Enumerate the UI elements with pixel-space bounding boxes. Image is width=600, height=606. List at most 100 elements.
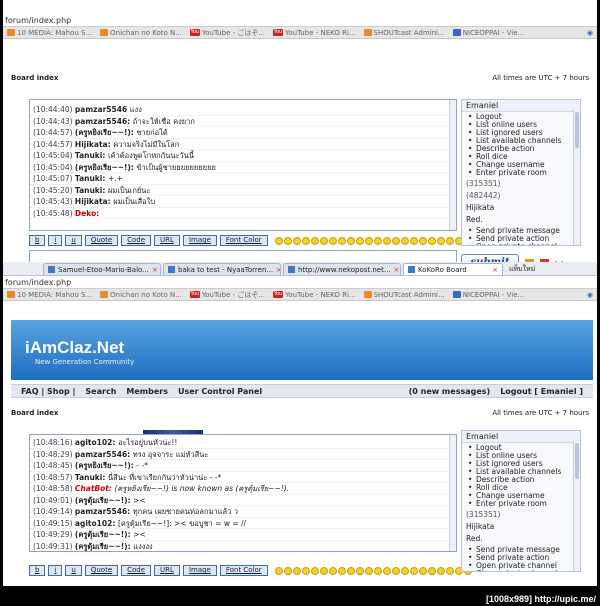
online-user[interactable]: (482442)	[462, 190, 580, 202]
smiley-icon[interactable]	[301, 566, 310, 575]
sidebar-scrollbar[interactable]	[573, 110, 580, 245]
smiley-icon[interactable]	[391, 236, 400, 245]
user-action-item[interactable]: Open private channel	[468, 243, 574, 246]
message-author[interactable]: (ครูหยิงเรีย~~!):	[75, 461, 137, 470]
close-tab-icon[interactable]: ×	[276, 266, 280, 274]
bbcode-button-i[interactable]: i	[48, 235, 63, 246]
smiley-icon[interactable]	[364, 236, 373, 245]
smiley-icon[interactable]	[409, 566, 418, 575]
online-user[interactable]: Red.	[462, 533, 580, 545]
bbcode-button-i[interactable]: i	[48, 565, 63, 576]
message-author[interactable]: (ครูตุ้มเรีย~~!):	[75, 542, 133, 551]
message-author[interactable]: (ครูหยิงเรีย~~!):	[75, 163, 137, 172]
online-user[interactable]: Red.	[462, 214, 580, 226]
smiley-icon[interactable]	[355, 566, 364, 575]
message-author[interactable]: agito102:	[75, 438, 118, 447]
submit-button[interactable]: submit	[461, 254, 519, 262]
message-author[interactable]: pamzar5546:	[75, 450, 133, 459]
online-user[interactable]: Hijikata	[462, 521, 580, 533]
browser-tab[interactable]: Samuel-Etoo-Mario-Balo... ×	[43, 263, 161, 275]
bbcode-button-url[interactable]: URL	[154, 565, 180, 576]
message-author[interactable]: agito102:	[75, 519, 118, 528]
smiley-icon[interactable]	[373, 236, 382, 245]
close-tab-icon[interactable]: ×	[394, 266, 400, 274]
online-user[interactable]: (315351)	[462, 178, 580, 190]
online-user[interactable]: Hijikata	[462, 202, 580, 214]
bookmark-item[interactable]: You YouTube - ごはぞ...	[189, 290, 265, 300]
bbcode-button-url[interactable]: URL	[154, 235, 180, 246]
bookmark-item[interactable]: You YouTube - NEKO Ri...	[273, 29, 356, 37]
smiley-icon[interactable]	[364, 566, 373, 575]
smiley-icon[interactable]	[328, 566, 337, 575]
chat-log[interactable]: (10:48:16) agito102: อะไรอยู่บนหัวน่ะ!!(…	[30, 435, 456, 551]
message-author[interactable]: pamzar5546:	[75, 507, 133, 516]
bbcode-button-image[interactable]: Image	[182, 235, 217, 246]
smiley-icon[interactable]	[418, 236, 427, 245]
bbcode-button-image[interactable]: Image	[182, 565, 217, 576]
browser-tab[interactable]: baka to test - NyaaTorren...×	[163, 263, 281, 275]
smiley-icon[interactable]	[373, 566, 382, 575]
message-author[interactable]: pamzar5546	[75, 105, 130, 114]
user-action-item[interactable]: Close private channel	[468, 570, 574, 572]
bbcode-button-u[interactable]: u	[65, 235, 82, 246]
smiley-icon[interactable]	[310, 566, 319, 575]
message-author[interactable]: (ครูหยิงเรีย~~!):	[75, 128, 137, 137]
smiley-icon[interactable]	[436, 566, 445, 575]
smiley-icon[interactable]	[301, 236, 310, 245]
sidebar-scrollbar[interactable]	[573, 441, 580, 571]
nav-link[interactable]: Search	[85, 387, 116, 396]
smiley-icon[interactable]	[436, 236, 445, 245]
smiley-icon[interactable]	[346, 566, 355, 575]
bbcode-button-quote[interactable]: Quote	[84, 235, 119, 246]
message-author[interactable]: (ครูตุ้มเรีย~~!):	[75, 496, 133, 505]
bbcode-button-code[interactable]: Code	[121, 235, 152, 246]
message-author[interactable]: Hijikata:	[75, 197, 113, 206]
browser-tab[interactable]: http://www.nekopost.net... ×	[283, 263, 401, 275]
message-author[interactable]: (ครูตุ้มเรีย~~!):	[75, 530, 133, 539]
bbcode-button-b[interactable]: b	[29, 565, 46, 576]
bookmark-item[interactable]: 10 MEDIA: Mahou S...	[7, 29, 92, 37]
sidebar-menu-item[interactable]: Enter private room	[468, 169, 574, 178]
nav-link[interactable]: User Control Panel	[178, 387, 262, 396]
smiley-icon[interactable]	[328, 236, 337, 245]
smiley-icon[interactable]	[283, 566, 292, 575]
close-tab-icon[interactable]: ×	[492, 266, 498, 274]
smiley-icon[interactable]	[319, 236, 328, 245]
message-author[interactable]: ChatBot:	[75, 484, 115, 493]
bookmark-item[interactable]: NICEOPPAI - Vie...	[452, 29, 524, 37]
smiley-icon[interactable]	[427, 566, 436, 575]
other-bookmarks-icon[interactable]: ◉	[587, 291, 593, 299]
address-bar[interactable]: forum/index.php	[3, 276, 597, 289]
bbcode-button-u[interactable]: u	[65, 565, 82, 576]
message-author[interactable]: Hijikata:	[75, 140, 113, 149]
online-user[interactable]: (315351)	[462, 509, 580, 521]
bookmark-item[interactable]: You YouTube - ごはぞ...	[189, 28, 265, 38]
bookmark-item[interactable]: NICEOPPAI - Vie...	[452, 291, 524, 299]
board-index-link[interactable]: Board index	[11, 409, 58, 417]
site-title[interactable]: iAmClaz.Net	[25, 338, 124, 358]
chat-message-input[interactable]	[29, 250, 457, 262]
bookmark-item[interactable]: Onichan no Koto N...	[100, 29, 182, 37]
smiley-icon[interactable]	[292, 566, 301, 575]
other-bookmarks-icon[interactable]: ◉	[587, 29, 593, 37]
smiley-icon[interactable]	[427, 236, 436, 245]
browser-tab[interactable]: KoKoRo Board ×	[403, 263, 503, 275]
new-tab-button[interactable]: แท็บใหม่	[505, 263, 539, 275]
smiley-icon[interactable]	[400, 566, 409, 575]
sidebar-menu-item[interactable]: Enter private room	[468, 500, 574, 509]
smiley-icon[interactable]	[337, 566, 346, 575]
smiley-icon[interactable]	[445, 566, 454, 575]
bbcode-button-code[interactable]: Code	[121, 565, 152, 576]
bookmark-item[interactable]: 10 MEDIA: Mahou S...	[7, 291, 92, 299]
bookmark-item[interactable]: SHOUTcast Admini...	[363, 291, 445, 299]
nav-link[interactable]: Logout [ Emaniel ]	[500, 387, 583, 396]
smiley-icon[interactable]	[409, 236, 418, 245]
message-author[interactable]: Tanuki:	[75, 186, 108, 195]
smiley-icon[interactable]	[337, 236, 346, 245]
smiley-icon[interactable]	[382, 236, 391, 245]
message-author[interactable]: Tanuki:	[75, 473, 108, 482]
bookmark-item[interactable]: You YouTube - NEKO Ri...	[273, 291, 356, 299]
bbcode-button-font-color[interactable]: Font Color	[219, 565, 268, 576]
smiley-icon[interactable]	[346, 236, 355, 245]
nav-link[interactable]: FAQ | Shop |	[21, 387, 75, 396]
